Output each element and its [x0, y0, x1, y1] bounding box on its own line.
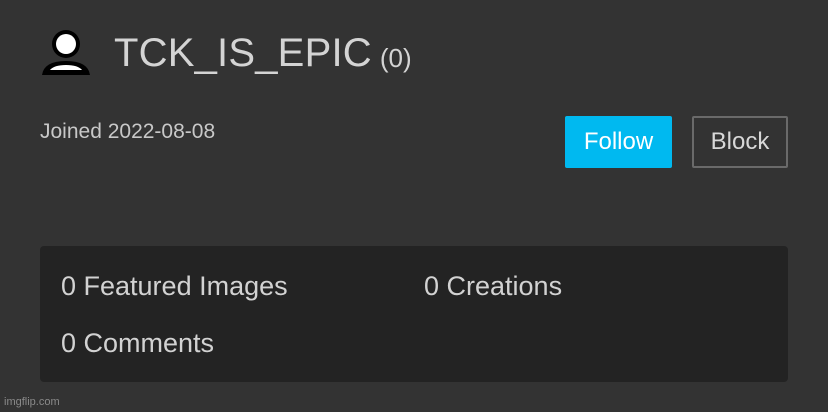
stats-panel: 0 Featured Images 0 Creations 0 Comments — [40, 246, 788, 382]
joined-date: Joined 2022-08-08 — [40, 120, 216, 143]
user-icon — [42, 30, 90, 75]
watermark: imgflip.com — [4, 396, 60, 408]
creations-stat[interactable]: 0 Creations — [424, 271, 562, 302]
block-button[interactable]: Block — [692, 116, 788, 168]
comments-stat[interactable]: 0 Comments — [61, 328, 214, 359]
follow-button[interactable]: Follow — [565, 116, 672, 168]
profile-header: TCK_IS_EPIC (0) — [40, 28, 412, 78]
user-points: (0) — [379, 42, 412, 73]
featured-images-stat[interactable]: 0 Featured Images — [61, 271, 288, 302]
username: TCK_IS_EPIC — [114, 31, 372, 75]
